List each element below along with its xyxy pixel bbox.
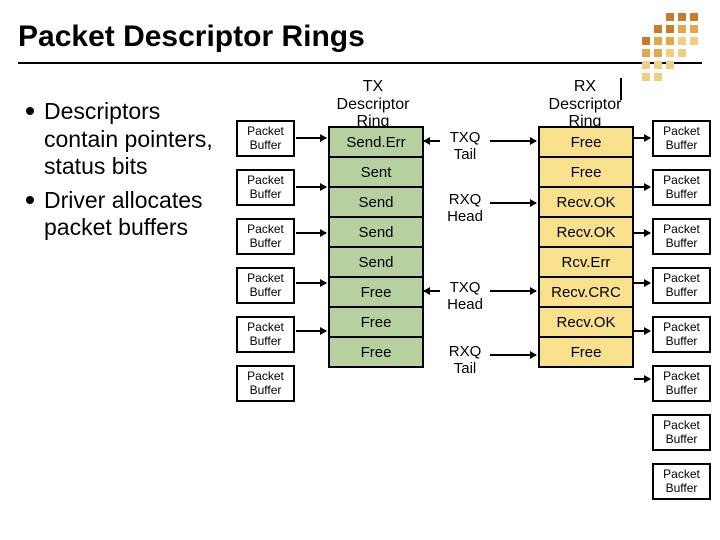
list-item: Descriptors contain pointers, status bit… xyxy=(26,98,226,181)
list-item: Driver allocates packet buffers xyxy=(26,187,226,242)
rx-ring-cell: Free xyxy=(538,158,634,188)
packet-buffer: Packet Buffer xyxy=(236,218,295,255)
rx-ring-cell: Rcv.Err xyxy=(538,248,634,278)
tx-ring-cell: Send.Err xyxy=(328,126,424,158)
bullet-icon xyxy=(26,196,34,204)
tx-ring-header: TX Descriptor Ring xyxy=(328,78,418,131)
packet-buffer: Packet Buffer xyxy=(652,463,711,500)
left-packet-buffers: Packet Buffer Packet Buffer Packet Buffer P… xyxy=(236,120,295,414)
arrow-icon xyxy=(634,137,650,139)
rx-ring-cell: Free xyxy=(538,338,634,368)
packet-buffer: Packet Buffer xyxy=(652,365,711,402)
arrow-icon xyxy=(296,137,326,139)
rx-ring-header: RX Descriptor Ring xyxy=(540,78,630,131)
arrow-icon xyxy=(490,354,536,356)
rx-ring-cell: Free xyxy=(538,126,634,158)
bullet-icon xyxy=(26,107,34,115)
packet-buffer: Packet Buffer xyxy=(236,316,295,353)
arrow-icon xyxy=(634,232,650,234)
arrow-icon xyxy=(296,282,326,284)
rx-ring: FreeFreeRecv.OKRecv.OKRcv.ErrRecv.CRCRec… xyxy=(538,126,634,368)
tx-ring-cell: Sent xyxy=(328,158,424,188)
rx-ring-cell: Recv.CRC xyxy=(538,278,634,308)
packet-buffer: Packet Buffer xyxy=(236,120,295,157)
packet-buffer: Packet Buffer xyxy=(652,414,711,451)
rxq-tail-label: RXQ Tail xyxy=(440,344,490,377)
decorative-dots xyxy=(640,10,702,84)
packet-buffer: Packet Buffer xyxy=(652,120,711,157)
tx-ring-cell: Free xyxy=(328,308,424,338)
packet-buffer: Packet Buffer xyxy=(652,218,711,255)
tx-ring-cell: Send xyxy=(328,188,424,218)
arrow-icon xyxy=(634,378,650,380)
arrow-icon xyxy=(490,290,536,292)
arrow-icon xyxy=(490,140,536,142)
slide-title: Packet Descriptor Rings xyxy=(18,20,365,54)
txq-head-label: TXQ Head xyxy=(440,280,490,313)
arrow-icon xyxy=(296,330,326,332)
arrow-icon xyxy=(296,232,326,234)
arrow-icon xyxy=(634,282,650,284)
packet-buffer: Packet Buffer xyxy=(652,267,711,304)
packet-buffer: Packet Buffer xyxy=(652,316,711,353)
arrow-icon xyxy=(634,186,650,188)
tx-ring-cell: Free xyxy=(328,338,424,368)
tx-ring-cell: Send xyxy=(328,218,424,248)
rx-ring-cell: Recv.OK xyxy=(538,218,634,248)
packet-buffer: Packet Buffer xyxy=(236,169,295,206)
packet-buffer: Packet Buffer xyxy=(652,169,711,206)
title-rule xyxy=(18,62,702,64)
arrow-icon xyxy=(296,186,326,188)
tx-ring-cell: Send xyxy=(328,248,424,278)
packet-buffer: Packet Buffer xyxy=(236,365,295,402)
rx-ring-cell: Recv.OK xyxy=(538,188,634,218)
bullet-list: Descriptors contain pointers, status bit… xyxy=(26,98,226,248)
right-packet-buffers: Packet Buffer Packet Buffer Packet Buffer P… xyxy=(652,120,711,512)
arrow-icon xyxy=(634,330,650,332)
tx-ring: Send.ErrSentSendSendSendFreeFreeFree xyxy=(328,126,424,368)
arrow-icon xyxy=(424,140,440,142)
arrow-icon xyxy=(490,202,536,204)
txq-tail-label: TXQ Tail xyxy=(440,130,490,163)
packet-buffer: Packet Buffer xyxy=(236,267,295,304)
tx-ring-cell: Free xyxy=(328,278,424,308)
rx-ring-cell: Recv.OK xyxy=(538,308,634,338)
arrow-icon xyxy=(424,290,440,292)
rxq-head-label: RXQ Head xyxy=(440,192,490,225)
